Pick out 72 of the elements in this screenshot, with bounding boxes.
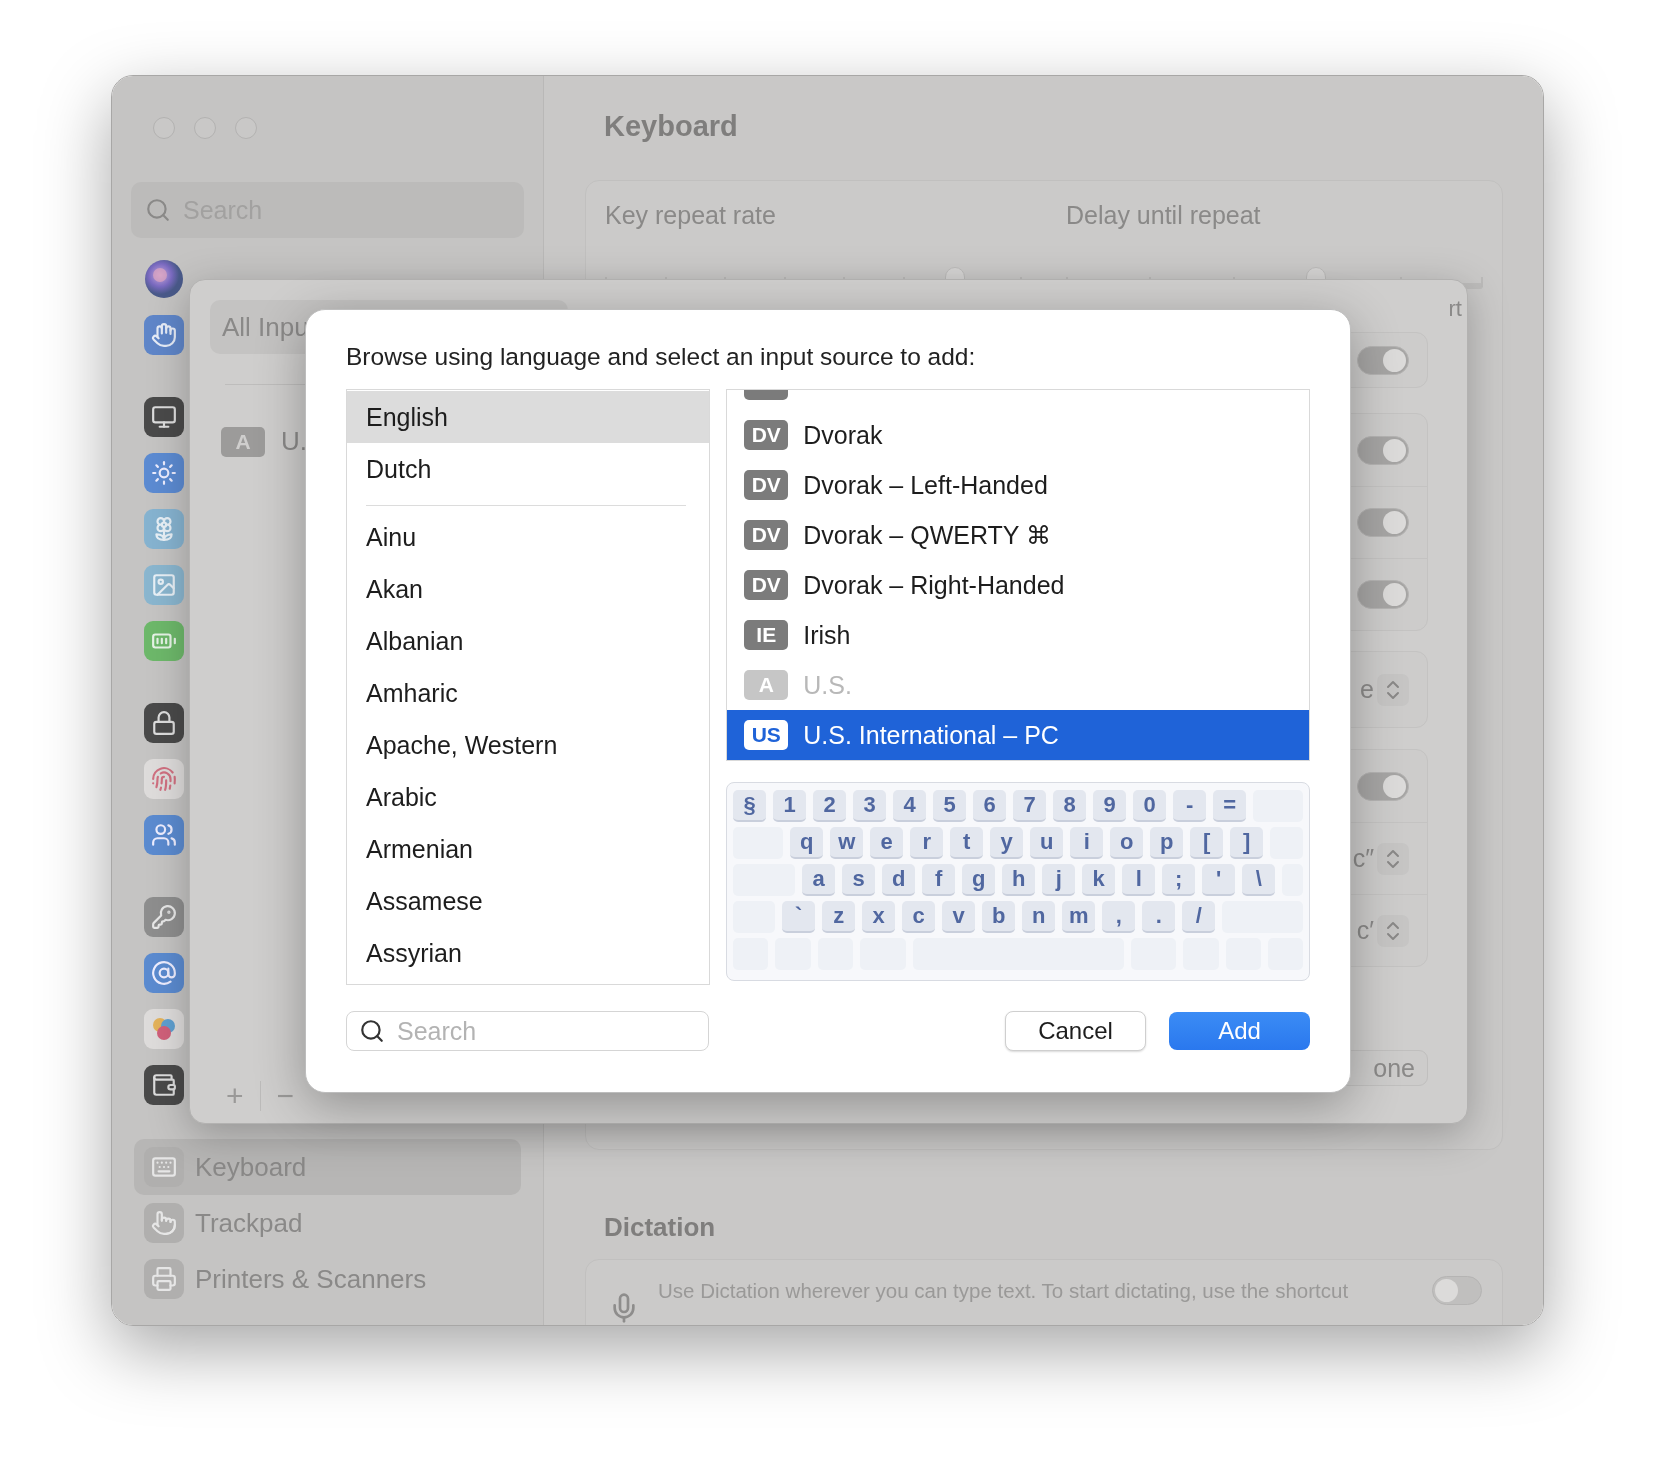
key: ' [1202, 864, 1236, 896]
label-text: rt [1448, 296, 1462, 323]
key: 1 [773, 790, 807, 822]
key: e [870, 827, 904, 859]
source-name: U.S. [803, 670, 852, 700]
key: , [1102, 901, 1136, 933]
key: \ [1242, 864, 1276, 896]
source-name: Dvorak [803, 420, 883, 450]
key: 2 [813, 790, 847, 822]
key: 0 [1133, 790, 1167, 822]
slider-label: Key repeat rate [605, 201, 777, 231]
key: j [1042, 864, 1076, 896]
key: d [882, 864, 916, 896]
source-name: U. [281, 426, 307, 457]
key: ] [1230, 827, 1264, 859]
key: q [790, 827, 824, 859]
key: w [830, 827, 864, 859]
key: = [1213, 790, 1247, 822]
key: - [1173, 790, 1207, 822]
key: a [802, 864, 836, 896]
key: k [1082, 864, 1116, 896]
key: v [942, 901, 976, 933]
key: s [842, 864, 876, 896]
source-badge: A [744, 670, 789, 700]
key: 7 [1013, 790, 1047, 822]
source-name: Dvorak – Left-Handed [803, 470, 1048, 500]
key: f [922, 864, 956, 896]
key: 3 [853, 790, 887, 822]
key: ` [782, 901, 816, 933]
key: § [733, 790, 767, 822]
source-badge: US [744, 720, 789, 750]
section-title: Dictation [604, 1212, 717, 1243]
popup-value: c′ [1356, 916, 1374, 945]
source-badge: DV [744, 470, 789, 500]
key: y [990, 827, 1024, 859]
page-title: Keyboard [603, 109, 739, 144]
key: h [1002, 864, 1036, 896]
source-badge: DV [744, 570, 789, 600]
dialog-prompt: Browse using language and select an input source to add: [346, 342, 977, 372]
source-name: U.S. International – PC [803, 720, 1059, 750]
source-badge: DV [744, 520, 789, 550]
key: 9 [1093, 790, 1127, 822]
key: c [902, 901, 936, 933]
key: 5 [933, 790, 967, 822]
key: l [1122, 864, 1156, 896]
key: / [1182, 901, 1216, 933]
key: i [1070, 827, 1104, 859]
key: ; [1162, 864, 1196, 896]
key: . [1142, 901, 1176, 933]
key: b [982, 901, 1016, 933]
key: z [822, 901, 856, 933]
key: p [1150, 827, 1184, 859]
key: t [950, 827, 984, 859]
key: o [1110, 827, 1144, 859]
key: 4 [893, 790, 927, 822]
popup-value: e [1360, 675, 1374, 704]
source-badge: IE [744, 620, 789, 650]
popup-value: c″ [1352, 844, 1374, 873]
key: g [962, 864, 996, 896]
key: 8 [1053, 790, 1087, 822]
key: r [910, 827, 944, 859]
key: 6 [973, 790, 1007, 822]
key: n [1022, 901, 1056, 933]
source-name: Irish [803, 620, 851, 650]
slider-label: Delay until repeat [1066, 201, 1262, 231]
key: u [1030, 827, 1064, 859]
key: x [862, 901, 896, 933]
source-name: Dvorak – Right-Handed [803, 570, 1065, 600]
key: m [1062, 901, 1096, 933]
source-name: Dvorak – QWERTY ⌘ [803, 520, 1051, 550]
key: [ [1190, 827, 1224, 859]
source-badge: DV [744, 420, 789, 450]
